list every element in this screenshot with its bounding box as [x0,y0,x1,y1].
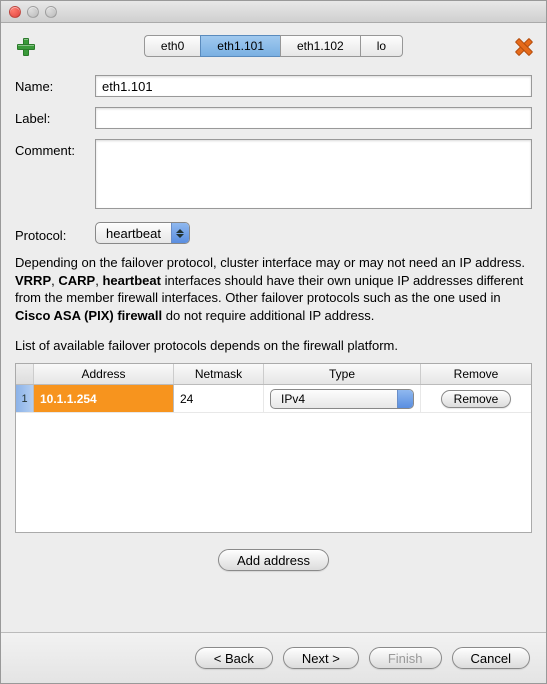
protocol-select[interactable]: heartbeat [95,222,190,244]
delete-interface-button[interactable] [512,36,532,56]
back-button[interactable]: < Back [195,647,273,669]
protocol-help-text: Depending on the failover protocol, clus… [15,254,532,324]
th-netmask[interactable]: Netmask [174,364,264,384]
tab-eth0[interactable]: eth0 [144,35,200,57]
name-label: Name: [15,75,95,94]
wizard-footer: < Back Next > Finish Cancel [1,632,546,683]
comment-textarea[interactable] [95,139,532,209]
window-zoom-button[interactable] [45,6,57,18]
th-address[interactable]: Address [34,364,174,384]
cell-address[interactable]: 10.1.1.254 [34,385,174,412]
tab-eth1-101[interactable]: eth1.101 [200,35,280,57]
address-table: Address Netmask Type Remove 1 10.1.1.254… [15,363,532,533]
type-select[interactable]: IPv4 [270,389,414,409]
tab-eth1-102[interactable]: eth1.102 [280,35,360,57]
dropdown-arrows-icon [171,223,189,243]
dialog-window: eth0 eth1.101 eth1.102 lo Name: Label: [0,0,547,684]
th-remove[interactable]: Remove [421,364,531,384]
next-button[interactable]: Next > [283,647,359,669]
add-interface-button[interactable] [15,36,35,56]
window-close-button[interactable] [9,6,21,18]
th-type[interactable]: Type [264,364,421,384]
add-address-button[interactable]: Add address [218,549,329,571]
cell-type: IPv4 [264,385,421,412]
table-header: Address Netmask Type Remove [16,364,531,385]
interface-form: Name: Label: Comment: Protocol: [15,75,532,577]
finish-button: Finish [369,647,442,669]
protocol-label: Protocol: [15,224,95,243]
row-number: 1 [16,385,34,412]
label-input[interactable] [95,107,532,129]
label-label: Label: [15,107,95,126]
type-select-value: IPv4 [281,392,305,406]
interface-tab-row: eth0 eth1.101 eth1.102 lo [15,35,532,57]
th-rownum [16,364,34,384]
protocol-select-value: heartbeat [106,226,161,241]
titlebar [1,1,546,23]
name-input[interactable] [95,75,532,97]
delete-icon [514,38,530,54]
window-minimize-button[interactable] [27,6,39,18]
table-row[interactable]: 1 10.1.1.254 24 IPv4 Remove [16,385,531,413]
protocol-platform-note: List of available failover protocols dep… [15,338,532,353]
plus-icon [17,38,33,54]
interface-tabs: eth0 eth1.101 eth1.102 lo [35,35,512,57]
dropdown-arrows-icon [397,390,413,408]
cell-netmask[interactable]: 24 [174,385,264,412]
cancel-button[interactable]: Cancel [452,647,530,669]
comment-label: Comment: [15,139,95,158]
cell-remove: Remove [421,385,531,412]
tab-lo[interactable]: lo [360,35,403,57]
remove-button[interactable]: Remove [441,390,512,408]
content-area: eth0 eth1.101 eth1.102 lo Name: Label: [1,23,546,632]
